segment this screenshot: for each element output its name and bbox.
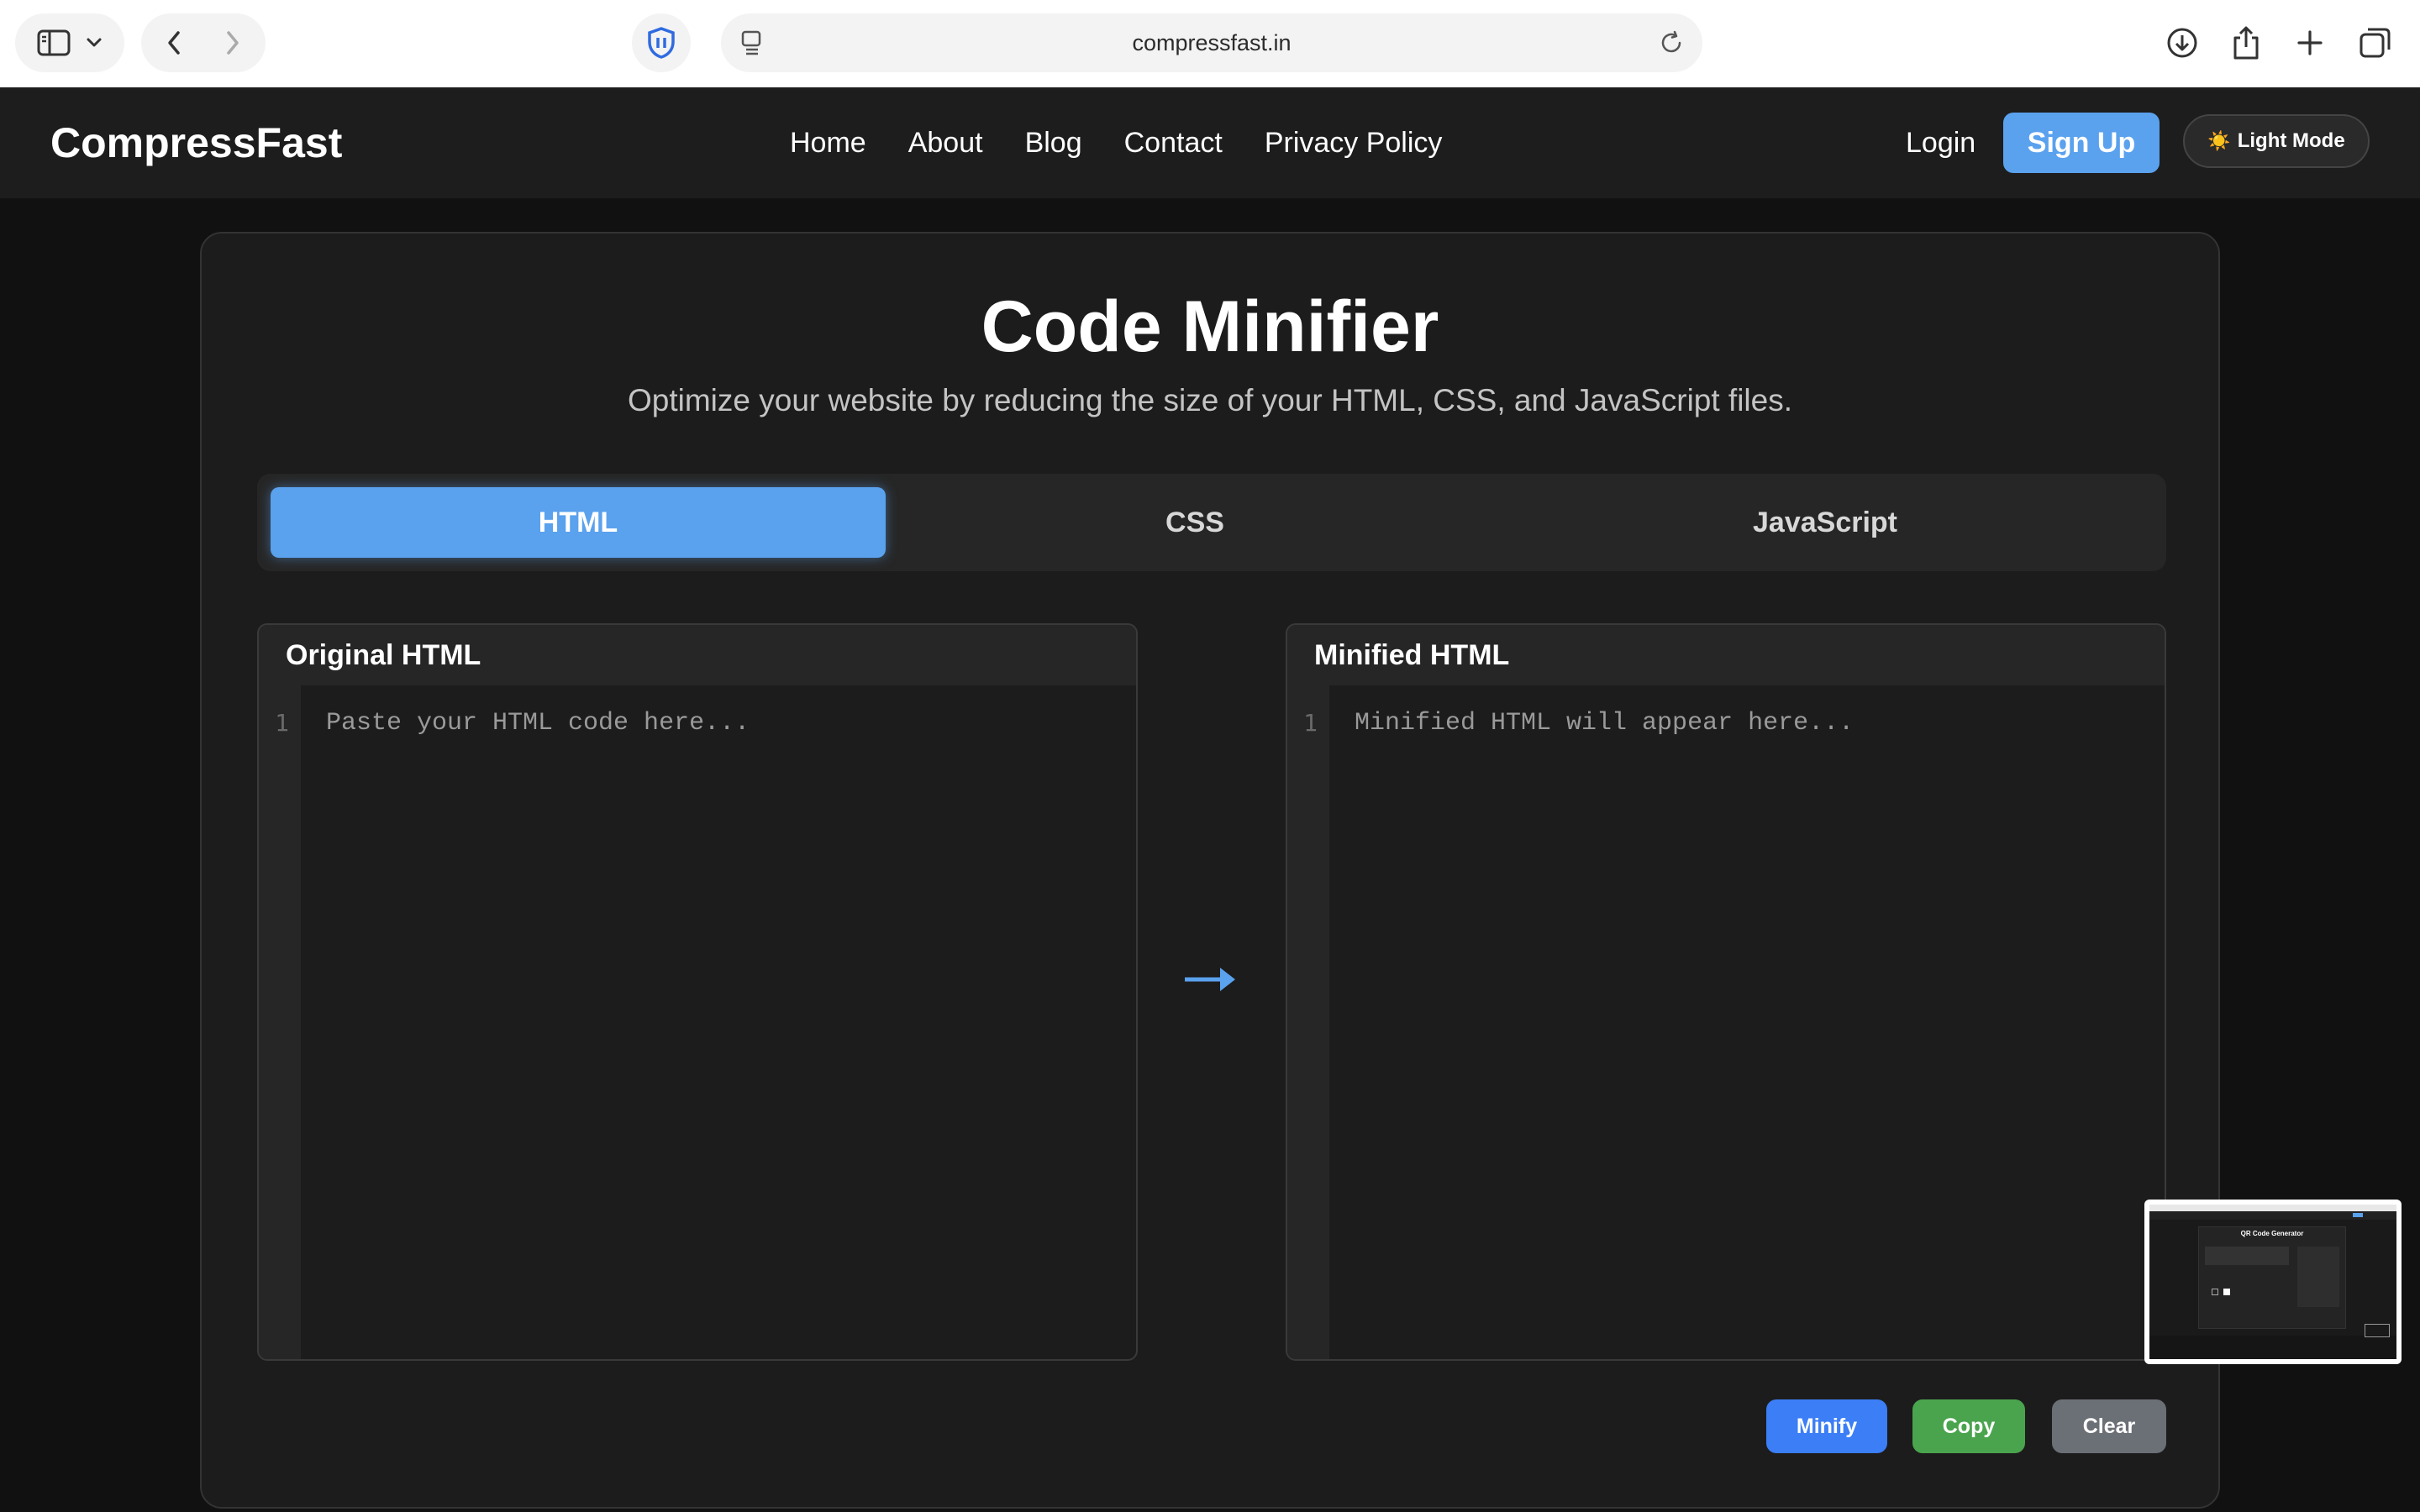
login-link[interactable]: Login <box>1906 87 1975 198</box>
history-nav-group <box>141 13 266 72</box>
reload-icon[interactable] <box>1659 30 1684 55</box>
thumbnail-footer <box>2149 1336 2396 1359</box>
thumbnail-toolbar <box>2149 1205 2396 1211</box>
thumbnail-signup <box>2353 1213 2363 1217</box>
signup-button[interactable]: Sign Up <box>2003 113 2160 173</box>
new-tab-icon[interactable] <box>2291 24 2329 62</box>
line-gutter: 1 <box>259 685 301 1359</box>
clear-button[interactable]: Clear <box>2052 1399 2166 1453</box>
nav-link-about[interactable]: About <box>908 127 983 160</box>
thumbnail-swatch <box>2212 1289 2218 1295</box>
sun-icon: ☀️ <box>2207 130 2231 151</box>
original-code-input[interactable]: Paste your HTML code here... <box>326 709 750 738</box>
thumbnail-swatch <box>2223 1289 2230 1295</box>
minifier-card: Code Minifier Optimize your website by r… <box>200 232 2220 1509</box>
tab-overview-icon[interactable] <box>2356 24 2395 62</box>
thumbnail-preview-box <box>2297 1247 2339 1307</box>
minify-button[interactable]: Minify <box>1766 1399 1887 1453</box>
nav-link-privacy-policy[interactable]: Privacy Policy <box>1265 127 1443 160</box>
address-bar[interactable]: compressfast.in <box>721 13 1702 72</box>
back-icon[interactable] <box>166 29 182 56</box>
url-text[interactable]: compressfast.in <box>721 13 1702 72</box>
original-code-editor[interactable]: Original HTML 1 Paste your HTML code her… <box>257 623 1138 1361</box>
light-mode-toggle[interactable]: ☀️ Light Mode <box>2183 114 2370 168</box>
page-title: Code Minifier <box>981 286 1439 367</box>
brand-logo[interactable]: CompressFast <box>50 87 342 198</box>
original-editor-title: Original HTML <box>259 625 1136 685</box>
thumbnail-title: QR Code Generator <box>2240 1230 2304 1237</box>
main-nav: Home About Blog Contact Privacy Policy <box>790 87 1442 198</box>
chevron-down-icon[interactable] <box>86 37 103 49</box>
line-gutter: 1 <box>1287 685 1329 1359</box>
sidebar-toggle-group[interactable] <box>15 13 124 72</box>
thumbnail-content: QR Code Generator <box>2149 1205 2396 1359</box>
thumbnail-input <box>2205 1247 2289 1265</box>
light-mode-label: Light Mode <box>2237 129 2345 152</box>
arrow-right-icon <box>1185 968 1235 991</box>
thumbnail-viewport-frame <box>2365 1324 2390 1337</box>
language-tabs: HTML CSS JavaScript <box>257 474 2166 571</box>
tab-html[interactable]: HTML <box>271 487 886 558</box>
nav-link-home[interactable]: Home <box>790 127 866 160</box>
tab-css[interactable]: CSS <box>901 487 1489 558</box>
minified-code-output[interactable]: Minified HTML will appear here... <box>1355 709 1854 738</box>
forward-icon[interactable] <box>224 29 241 56</box>
minified-editor-title: Minified HTML <box>1287 625 2165 685</box>
page-subtitle: Optimize your website by reducing the si… <box>627 383 1793 417</box>
privacy-shield-icon <box>647 27 676 59</box>
share-icon[interactable] <box>2227 24 2265 62</box>
site-header: CompressFast Home About Blog Contact Pri… <box>0 87 2420 198</box>
privacy-report-button[interactable] <box>632 13 691 72</box>
sidebar-icon[interactable] <box>37 29 71 56</box>
nav-link-blog[interactable]: Blog <box>1025 127 1082 160</box>
page-thumbnail-preview[interactable]: QR Code Generator <box>2144 1200 2402 1364</box>
download-icon[interactable] <box>2163 24 2202 62</box>
copy-button[interactable]: Copy <box>1912 1399 2025 1453</box>
line-number: 1 <box>275 709 289 737</box>
browser-toolbar: compressfast.in <box>0 0 2420 87</box>
line-number: 1 <box>1303 709 1318 737</box>
nav-link-contact[interactable]: Contact <box>1124 127 1223 160</box>
tab-javascript[interactable]: JavaScript <box>1509 487 2141 558</box>
minified-code-editor[interactable]: Minified HTML 1 Minified HTML will appea… <box>1286 623 2166 1361</box>
